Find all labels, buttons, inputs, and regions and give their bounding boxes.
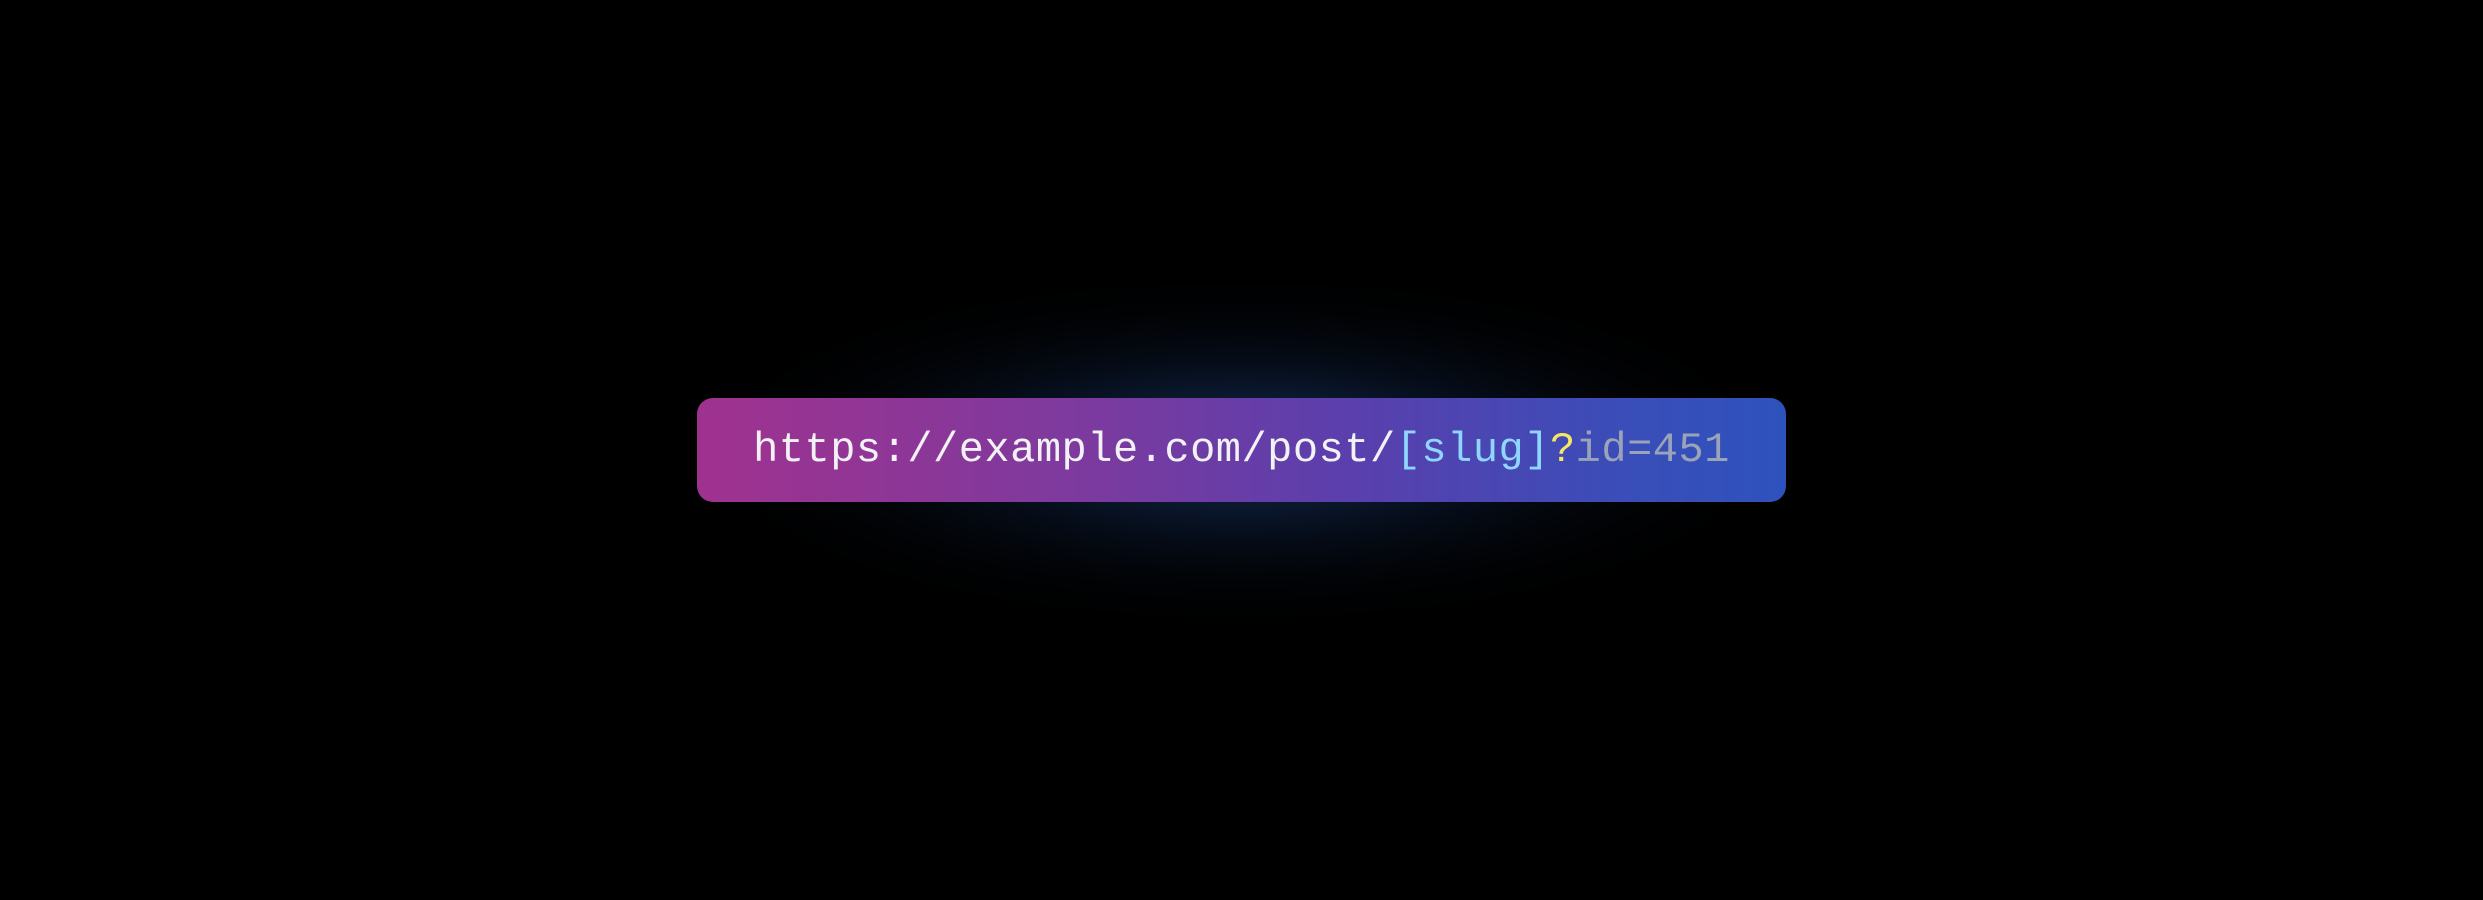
url-query-text: id=451 [1576,426,1730,474]
url-bar: https://example.com/post/[slug]?id=451 [697,398,1786,502]
url-slug-text: [slug] [1396,426,1550,474]
url-display-container: https://example.com/post/[slug]?id=451 [697,398,1786,502]
url-base-text: https://example.com/post/ [753,426,1396,474]
url-question-mark: ? [1550,426,1576,474]
